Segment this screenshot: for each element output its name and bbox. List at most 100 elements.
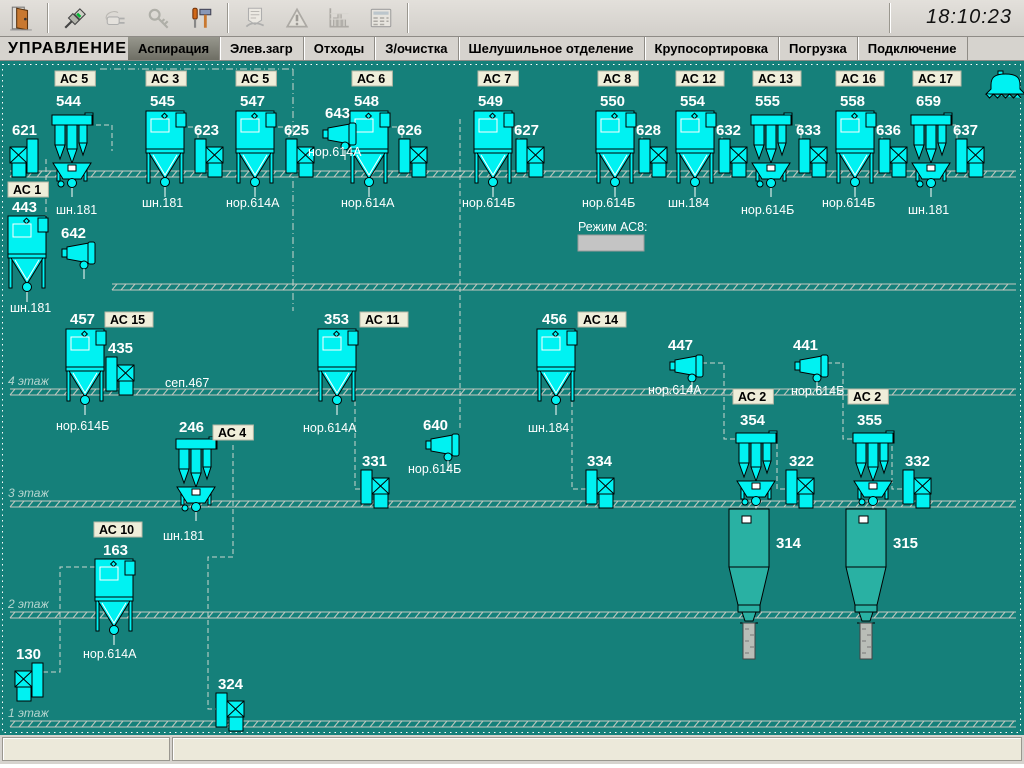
- cyclone-558[interactable]: [836, 111, 876, 197]
- cable-icon: [62, 5, 88, 31]
- warning-icon-button[interactable]: [276, 2, 318, 34]
- tab-1[interactable]: Аспирация: [128, 37, 220, 60]
- device-number-632: 632: [716, 122, 741, 139]
- device-number-633: 633: [796, 122, 821, 139]
- ac-label-АС11-12[interactable]: АС 11: [360, 312, 408, 327]
- clock: 18:10:23: [896, 6, 1024, 31]
- fan-332[interactable]: [903, 470, 931, 508]
- exit-door-icon-button[interactable]: [0, 2, 42, 34]
- fan-627[interactable]: [516, 139, 544, 177]
- ac-label-АС1-10[interactable]: АС 1: [8, 182, 48, 197]
- fan-621[interactable]: [10, 139, 38, 177]
- device-number-314: 314: [776, 535, 802, 552]
- ac-label-АС17-9[interactable]: АС 17: [913, 71, 961, 86]
- cyclone-456[interactable]: [537, 329, 577, 415]
- fan-637[interactable]: [956, 139, 984, 177]
- report-hand-icon-button[interactable]: [234, 2, 276, 34]
- device-sublabel-548: нор.614А: [341, 196, 395, 210]
- device-number-163: 163: [103, 542, 128, 559]
- calculator-icon-button[interactable]: [360, 2, 402, 34]
- fan-626[interactable]: [399, 139, 427, 177]
- battery-cyclone-555[interactable]: [751, 113, 792, 197]
- connector-icon: [104, 5, 130, 31]
- cone-separator-642[interactable]: [62, 242, 95, 279]
- fan-324[interactable]: [216, 693, 244, 731]
- control-menu-label[interactable]: УПРАВЛЕНИЕ: [0, 37, 128, 60]
- tank-314[interactable]: [729, 509, 769, 659]
- battery-cyclone-544[interactable]: [52, 113, 93, 197]
- device-number-315: 315: [893, 535, 918, 552]
- svg-text:АС 7: АС 7: [483, 72, 511, 86]
- fan-331[interactable]: [361, 470, 389, 508]
- tab-5[interactable]: Шелушильное отделение: [459, 37, 645, 60]
- alarm-bell-icon[interactable]: [986, 71, 1024, 98]
- tab-3[interactable]: Отходы: [304, 37, 376, 60]
- fan-130[interactable]: [15, 663, 43, 701]
- ac-label-АС12-6[interactable]: АС 12: [676, 71, 724, 86]
- tab-8[interactable]: Подключение: [858, 37, 968, 60]
- fan-628[interactable]: [639, 139, 667, 177]
- ac-label-АС5-0[interactable]: АС 5: [55, 71, 95, 86]
- battery-cyclone-354[interactable]: [736, 431, 777, 515]
- connector-icon-button[interactable]: [96, 2, 138, 34]
- device-sublabel-447: нор.614А: [648, 383, 702, 397]
- device-number-659: 659: [916, 93, 941, 110]
- cyclone-549[interactable]: [474, 111, 514, 197]
- cyclone-545[interactable]: [146, 111, 186, 197]
- ac-label-АС2-14[interactable]: АС 2: [733, 389, 773, 404]
- device-number-334: 334: [587, 453, 613, 470]
- ac-label-АС16-8[interactable]: АС 16: [836, 71, 884, 86]
- ac-label-АС6-3[interactable]: АС 6: [352, 71, 392, 86]
- cyclone-547[interactable]: [236, 111, 276, 197]
- fan-435[interactable]: [106, 357, 134, 395]
- ac-label-АС13-7[interactable]: АС 13: [753, 71, 801, 86]
- ac-label-АС10-17[interactable]: АС 10: [94, 522, 142, 537]
- device-sublabel-550: нор.614Б: [582, 196, 635, 210]
- device-number-621: 621: [12, 122, 37, 139]
- ac-label-АС15-11[interactable]: АС 15: [105, 312, 153, 327]
- device-number-443: 443: [12, 199, 37, 216]
- tools-icon-button[interactable]: [180, 2, 222, 34]
- device-sublabel-547: нор.614А: [226, 196, 280, 210]
- fan-633[interactable]: [799, 139, 827, 177]
- tank-315[interactable]: [846, 509, 886, 659]
- battery-cyclone-659[interactable]: [911, 113, 952, 197]
- fan-322[interactable]: [786, 470, 814, 508]
- fan-632[interactable]: [719, 139, 747, 177]
- device-number-324: 324: [218, 676, 244, 693]
- device-number-457: 457: [70, 311, 95, 328]
- ac-label-АС8-5[interactable]: АС 8: [598, 71, 638, 86]
- duct-route-9: [702, 363, 736, 439]
- tab-6[interactable]: Крупосортировка: [645, 37, 779, 60]
- cyclone-554[interactable]: [676, 111, 716, 197]
- ac-label-АС4-16[interactable]: АС 4: [213, 425, 253, 440]
- battery-cyclone-355[interactable]: [853, 431, 894, 515]
- device-number-353: 353: [324, 311, 349, 328]
- fan-623[interactable]: [195, 139, 223, 177]
- ac-label-АС2-15[interactable]: АС 2: [848, 389, 888, 404]
- fan-636[interactable]: [879, 139, 907, 177]
- ac-label-АС5-2[interactable]: АС 5: [236, 71, 276, 86]
- ac-label-АС7-4[interactable]: АС 7: [478, 71, 518, 86]
- cyclone-163[interactable]: [95, 559, 135, 645]
- tab-7[interactable]: Погрузка: [779, 37, 858, 60]
- ac-label-АС14-13[interactable]: АС 14: [578, 312, 626, 327]
- cyclone-550[interactable]: [596, 111, 636, 197]
- key-icon-button[interactable]: [138, 2, 180, 34]
- ac-label-АС3-1[interactable]: АС 3: [146, 71, 186, 86]
- device-number-331: 331: [362, 453, 387, 470]
- chart-icon-button[interactable]: [318, 2, 360, 34]
- cyclone-457[interactable]: [66, 329, 106, 415]
- tab-4[interactable]: З/очистка: [375, 37, 458, 60]
- floor-label-3: 2 этаж: [7, 597, 49, 611]
- cyclone-353[interactable]: [318, 329, 358, 415]
- cable-icon-button[interactable]: [54, 2, 96, 34]
- cyclone-443[interactable]: [8, 216, 48, 302]
- device-number-435: 435: [108, 340, 133, 357]
- device-number-545: 545: [150, 93, 175, 110]
- tab-2[interactable]: Элев.загр: [220, 37, 304, 60]
- device-number-558: 558: [840, 93, 865, 110]
- rezhim-ac8-input[interactable]: [578, 235, 644, 251]
- fan-334[interactable]: [586, 470, 614, 508]
- battery-cyclone-246[interactable]: [176, 437, 217, 521]
